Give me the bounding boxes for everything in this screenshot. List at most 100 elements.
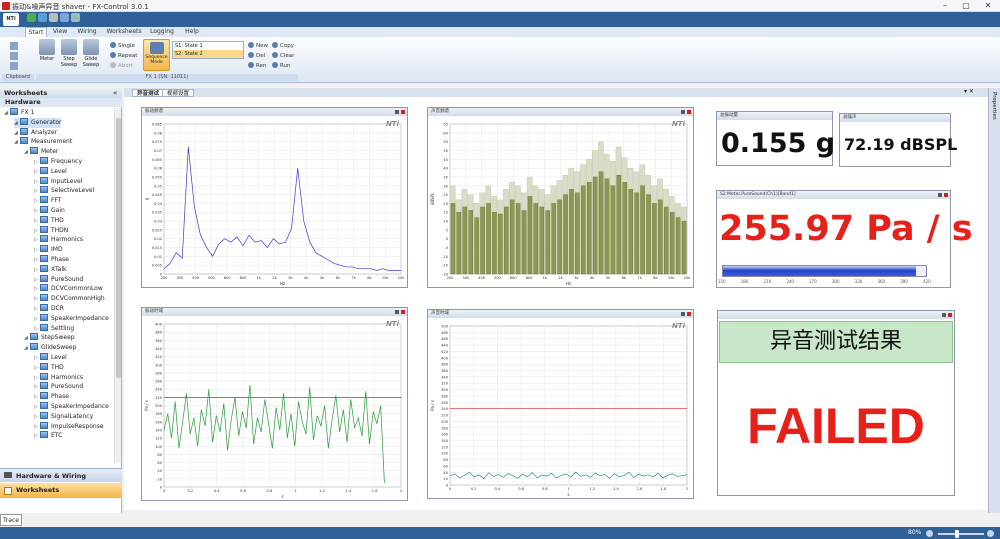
tree-item-phase[interactable]: ▷ Phase — [34, 392, 69, 402]
state-item-2[interactable]: S2: State 2 — [173, 50, 243, 58]
tree-item-thdn[interactable]: ▷ THDN — [34, 225, 68, 236]
cut-icon[interactable] — [10, 42, 18, 50]
tree-item-meter[interactable]: ◢ Meter — [24, 147, 58, 157]
rename-state-button[interactable]: Ren — [248, 62, 266, 71]
close-icon[interactable] — [687, 312, 691, 316]
close-icon[interactable] — [944, 193, 948, 197]
nav-hardware-wiring[interactable]: Hardware & Wiring — [0, 468, 122, 482]
tree-item-phase[interactable]: ▷ Phase — [34, 255, 69, 265]
state-item-1[interactable]: S1: State 1 — [173, 42, 243, 50]
tree-item-harmonics[interactable]: ▷ Harmonics — [34, 372, 83, 383]
tree-item-level[interactable]: ▷ Level — [34, 353, 67, 363]
delete-state-button[interactable]: Del — [248, 52, 265, 61]
glide-sweep-button[interactable]: Glide Sweep — [80, 39, 102, 68]
single-button[interactable]: Single — [110, 42, 135, 51]
tree-item-harmonics[interactable]: ▷ Harmonics — [34, 235, 83, 245]
minimize-icon[interactable] — [395, 310, 399, 314]
paste-icon[interactable] — [10, 62, 18, 70]
close-icon[interactable] — [687, 110, 691, 114]
close-icon[interactable] — [948, 313, 952, 317]
tree-item-xtalk[interactable]: ▷ XTalk — [34, 264, 67, 275]
tree-item-thd[interactable]: ▷ THD — [34, 215, 64, 226]
nti-logo[interactable]: NTi — [3, 13, 19, 26]
nav-worksheets[interactable]: Worksheets — [0, 483, 122, 498]
tree-item-etc[interactable]: ▷ ETC — [34, 431, 62, 441]
tree-item-speakerimpedance[interactable]: ▷ SpeakerImpedance — [34, 313, 109, 324]
meter-button[interactable]: Meter — [36, 39, 58, 62]
minimize-icon[interactable] — [681, 110, 685, 114]
close-icon[interactable] — [401, 110, 405, 114]
tree-item-inputlevel[interactable]: ▷ InputLevel — [34, 176, 82, 187]
tree-item-level[interactable]: ▷ Level — [34, 166, 67, 177]
tree-item-analyzer[interactable]: ◢ Analyzer — [14, 127, 57, 138]
minimize-button[interactable]: – — [935, 0, 955, 12]
tree-item-dcr[interactable]: ▷ DCR — [34, 304, 64, 314]
scroll-thumb[interactable] — [116, 118, 121, 378]
dropdown-icon[interactable] — [71, 13, 80, 22]
noise-spectrum-panel[interactable]: 声音频谱 NTi -20 -15 -10 -5 0 5 10 15 20 25 30 35 40 45 50… — [427, 107, 694, 288]
close-icon[interactable] — [401, 310, 405, 314]
tree-item-puresound[interactable]: ▷ PureSound — [34, 382, 83, 392]
tab-noise-test[interactable]: 异音测试 — [132, 89, 165, 97]
puresound-panel[interactable]: S2 Meter.PureSound(Ch1)[Band1] 255.97 Pa… — [716, 190, 973, 288]
tree-item-gain[interactable]: ▷ Gain — [34, 206, 65, 216]
copy-state-button[interactable]: Copy — [272, 42, 294, 51]
copy-icon[interactable] — [10, 52, 18, 60]
tree-item-dcvcommonhigh[interactable]: ▷ DCVCommonHigh — [34, 294, 105, 304]
collapse-sidebar-icon[interactable]: « — [113, 89, 117, 97]
state-list[interactable]: S1: State 1 S2: State 2 — [172, 41, 244, 59]
tree-item-glidesweep[interactable]: ◢ GlideSweep — [24, 343, 76, 353]
vibration-spectrum-panel[interactable]: 振动频谱 NTi 0 0.005 0.01 0.015 0.02 0.025 0.03 0.0… — [141, 107, 408, 288]
tree-item-imd[interactable]: ▷ IMD — [34, 245, 63, 255]
properties-panel[interactable]: Properties — [988, 88, 1000, 513]
repeat-button[interactable]: Repeat — [110, 52, 137, 61]
tree-item-generator[interactable]: ◢ Generator — [14, 117, 62, 128]
zoom-out-icon[interactable] — [926, 530, 933, 537]
minimize-icon[interactable] — [938, 193, 942, 197]
clear-state-button[interactable]: Clear — [272, 52, 294, 61]
vibration-level-panel[interactable]: 总振动量 0.155 g — [716, 111, 835, 166]
sequence-mode-button[interactable]: Sequence Mode — [143, 39, 170, 71]
minimize-icon[interactable] — [681, 312, 685, 316]
trace-tab[interactable]: Trace — [0, 514, 22, 526]
tab-worksheets[interactable]: Worksheets — [106, 27, 142, 37]
save-icon[interactable] — [60, 13, 69, 22]
tree-item-fx 1[interactable]: ◢ FX 1 — [4, 108, 34, 118]
tree-item-selectivelevel[interactable]: ▷ SelectiveLevel — [34, 186, 94, 196]
tree-item-settling[interactable]: ▷ Settling — [34, 323, 74, 334]
tab-video-settings[interactable]: 视频设置 — [162, 89, 195, 97]
tree-item-impulseresponse[interactable]: ▷ ImpulseResponse — [34, 421, 104, 432]
run-icon[interactable] — [27, 13, 36, 22]
step-sweep-button[interactable]: Step Sweep — [58, 39, 80, 68]
minimize-icon[interactable] — [942, 313, 946, 317]
tab-wiring[interactable]: Wiring — [75, 27, 99, 37]
close-button[interactable]: ✕ — [978, 0, 998, 12]
refresh-icon[interactable] — [38, 13, 47, 22]
sidebar-scrollbar[interactable] — [114, 108, 121, 463]
tree-item-dcvcommonlow[interactable]: ▷ DCVCommonLow — [34, 284, 103, 294]
noise-time-panel[interactable]: 声音时域 NTi 0 20 40 60 80 100 120 140 160 180 200 220 2… — [427, 309, 694, 499]
tab-help[interactable]: Help — [182, 27, 202, 37]
zoom-slider-thumb[interactable] — [955, 530, 959, 538]
tab-logging[interactable]: Logging — [148, 27, 176, 37]
new-state-button[interactable]: New — [248, 42, 268, 51]
tree-item-speakerimpedance[interactable]: ▷ SpeakerImpedance — [34, 402, 109, 412]
vibration-time-panel[interactable]: 振动时域 NTi 0 20 40 60 80 100 120 140 160 180 200 220 2… — [141, 307, 408, 501]
tree-item-stepsweep[interactable]: ◢ StepSweep — [24, 333, 75, 343]
run-state-button[interactable]: Run — [272, 62, 291, 71]
maximize-button[interactable]: ▢ — [956, 0, 976, 12]
zoom-slider[interactable] — [938, 533, 984, 535]
tree-item-measurement[interactable]: ◢ Measurement — [14, 137, 72, 147]
zoom-in-icon[interactable] — [987, 530, 994, 537]
tree-item-frequency[interactable]: ▷ Frequency — [34, 157, 82, 167]
tab-start[interactable]: Start — [25, 27, 47, 37]
tree-item-fft[interactable]: ▷ FFT — [34, 196, 61, 206]
minimize-icon[interactable] — [395, 110, 399, 114]
abort-button[interactable]: Abort — [110, 62, 133, 71]
tree-item-signallatency[interactable]: ▷ SignalLatency — [34, 411, 93, 422]
noise-level-panel[interactable]: 总噪声 72.19 dBSPL — [839, 113, 957, 167]
tab-menu-icon[interactable]: ▾ ✕ — [964, 88, 974, 95]
tree-item-puresound[interactable]: ▷ PureSound — [34, 274, 83, 285]
result-panel[interactable]: 异音测试结果 FAILED — [717, 310, 955, 496]
tab-view[interactable]: View — [50, 27, 70, 37]
